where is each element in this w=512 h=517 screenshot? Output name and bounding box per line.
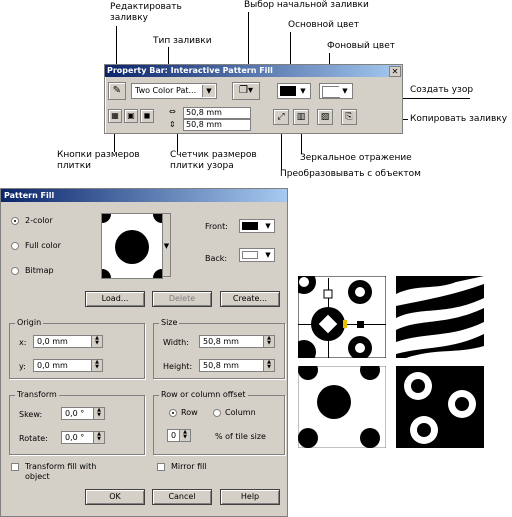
spinner-icon[interactable]: ▲ ▼	[263, 336, 274, 347]
radio-fullcolor[interactable]	[11, 242, 19, 250]
offset-title: Row or column offset	[159, 390, 248, 400]
chevron-down-icon: ▼	[265, 222, 271, 230]
load-button[interactable]: Load...	[85, 291, 145, 307]
dialog-title: Pattern Fill	[1, 189, 287, 202]
size-width-input[interactable]: 50,8 mm ▲ ▼	[199, 335, 275, 348]
spinner-icon[interactable]: ▲ ▼	[93, 432, 104, 443]
origin-y-input[interactable]: 0,0 mm ▲ ▼	[33, 359, 103, 372]
preview-dropdown-icon[interactable]: ▼	[162, 213, 171, 277]
annotation-transform-with-object: Преобразовывать с объектом	[280, 169, 421, 179]
annotation-tile-counter: Счетчик размеров плитки узора	[170, 150, 257, 171]
transform-fill-label: Transform fill with object	[25, 462, 97, 481]
delete-button[interactable]: Delete	[152, 291, 212, 307]
tile-small-icon[interactable]: ▦	[108, 109, 122, 123]
pattern-fill-dialog: Pattern Fill 2-color Full color Bitmap ▼…	[0, 188, 288, 517]
pattern-preview-image	[102, 214, 162, 278]
tile-large-icon[interactable]: ◼	[140, 109, 154, 123]
pattern-example-interactive	[298, 276, 386, 358]
pattern-example-stripes	[396, 276, 484, 358]
property-bar: Property Bar: Interactive Pattern Fill ✕…	[104, 64, 403, 134]
spinner-icon[interactable]: ▲ ▼	[91, 336, 102, 347]
annotation-edit-fill: Редактировать заливку	[110, 2, 182, 23]
pattern-example-dots	[298, 366, 386, 448]
front-color-picker[interactable]: ▼	[277, 83, 311, 99]
radio-bitmap[interactable]	[11, 267, 19, 275]
annotation-bg-color: Фоновый цвет	[327, 41, 395, 51]
help-button[interactable]: Help	[220, 489, 280, 505]
fill-type-value: Two Color Pat...	[135, 86, 197, 95]
create-pattern-icon[interactable]: ▨	[317, 109, 333, 125]
close-icon[interactable]: ✕	[389, 66, 401, 77]
radio-bitmap-label: Bitmap	[25, 266, 54, 275]
mirror-fill-label: Mirror fill	[171, 462, 207, 471]
column-label: Column	[225, 408, 256, 417]
tile-height-icon: ⇕	[169, 120, 176, 129]
back-color-picker-dialog[interactable]: ▼	[239, 248, 275, 262]
edit-fill-icon[interactable]: ✎	[108, 82, 126, 100]
chevron-down-icon: ▼	[339, 85, 351, 97]
height-label: Height:	[163, 362, 193, 371]
radio-2color-label: 2-color	[25, 216, 53, 225]
spinner-icon[interactable]: ▲ ▼	[91, 360, 102, 371]
radio-column[interactable]	[213, 409, 221, 417]
chevron-down-icon: ▼	[202, 85, 215, 97]
chevron-down-icon: ▼	[265, 251, 271, 259]
annotation-tile-size-buttons: Кнопки размеров плитки	[57, 150, 140, 171]
tile-medium-icon[interactable]: ▣	[124, 109, 138, 123]
y-label: y:	[19, 362, 26, 371]
tile-width-icon: ⇔	[169, 107, 176, 116]
transform-fill-checkbox[interactable]	[11, 463, 19, 471]
tile-height-input[interactable]: 50,8 mm	[183, 119, 251, 131]
offset-suffix: % of tile size	[215, 432, 266, 441]
annotation-fill-type: Тип заливки	[153, 36, 212, 46]
transform-with-object-icon[interactable]: ⤢	[273, 109, 289, 125]
skew-label: Skew:	[19, 410, 43, 419]
back-label: Back:	[205, 254, 228, 263]
copy-fill-icon[interactable]: ⎘	[341, 109, 357, 125]
x-label: x:	[19, 338, 27, 347]
width-label: Width:	[163, 338, 189, 347]
back-color-picker[interactable]: ▼	[319, 83, 353, 99]
front-label: Front:	[205, 222, 228, 231]
chevron-down-icon: ▼	[297, 85, 309, 97]
spinner-icon[interactable]: ▲ ▼	[179, 430, 190, 441]
transform-title: Transform	[15, 390, 59, 400]
radio-2color[interactable]	[11, 217, 19, 225]
pattern-example-rings	[396, 366, 484, 448]
annotation-create-pattern: Создать узор	[410, 85, 474, 95]
row-label: Row	[181, 408, 198, 417]
tile-width-input[interactable]: 50,8 mm	[183, 107, 251, 119]
spinner-icon[interactable]: ▲ ▼	[93, 408, 104, 419]
create-button[interactable]: Create...	[220, 291, 280, 307]
radio-row[interactable]	[169, 409, 177, 417]
spinner-icon[interactable]: ▲ ▼	[263, 360, 274, 371]
ok-button[interactable]: OK	[85, 489, 145, 505]
cancel-button[interactable]: Cancel	[152, 489, 212, 505]
origin-title: Origin	[15, 318, 44, 328]
front-color-picker-dialog[interactable]: ▼	[239, 219, 275, 233]
mirror-fill-checkbox[interactable]	[157, 463, 165, 471]
size-title: Size	[159, 318, 180, 328]
offset-input[interactable]: 0 ▲ ▼	[167, 429, 191, 442]
property-bar-title: Property Bar: Interactive Pattern Fill	[105, 65, 402, 77]
start-fill-picker-icon[interactable]: ❐▾	[232, 82, 260, 100]
annotation-mirror: Зеркальное отражение	[300, 153, 412, 163]
annotation-start-fill: Выбор начальной заливки	[244, 0, 369, 10]
origin-x-input[interactable]: 0,0 mm ▲ ▼	[33, 335, 103, 348]
radio-fullcolor-label: Full color	[25, 241, 61, 250]
annotation-main-color: Основной цвет	[288, 20, 360, 30]
skew-input[interactable]: 0,0 ° ▲ ▼	[61, 407, 105, 420]
fill-type-dropdown[interactable]: Two Color Pat... ▼	[131, 83, 217, 99]
size-height-input[interactable]: 50,8 mm ▲ ▼	[199, 359, 275, 372]
offset-group: Row or column offset	[153, 390, 285, 455]
annotation-copy-fill: Копировать заливку	[410, 114, 508, 124]
pattern-preview[interactable]	[101, 213, 163, 279]
mirror-icon[interactable]: ▥	[293, 109, 309, 125]
rotate-input[interactable]: 0,0 ° ▲ ▼	[61, 431, 105, 444]
transform-group: Transform	[9, 390, 145, 455]
rotate-label: Rotate:	[19, 434, 48, 443]
